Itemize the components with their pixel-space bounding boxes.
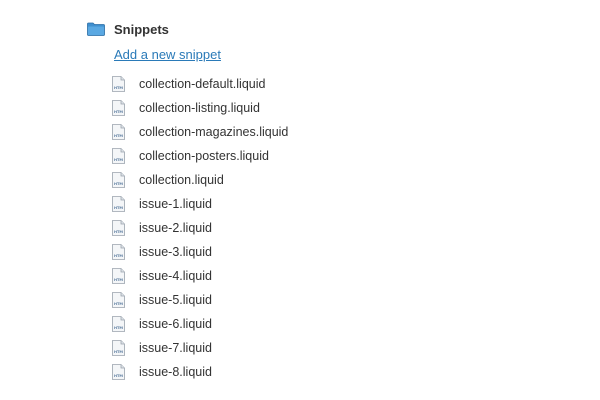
file-icon-label: HTM <box>114 302 123 306</box>
snippet-file-name: collection-listing.liquid <box>139 101 260 115</box>
snippet-file-item[interactable]: HTM issue-8.liquid <box>112 360 288 384</box>
add-new-snippet-link[interactable]: Add a new snippet <box>114 47 221 62</box>
snippet-file-name: issue-8.liquid <box>139 365 212 379</box>
snippet-file-name: issue-7.liquid <box>139 341 212 355</box>
htm-file-icon: HTM <box>112 124 125 140</box>
snippet-file-name: collection-magazines.liquid <box>139 125 289 139</box>
file-icon-label: HTM <box>114 134 123 138</box>
file-icon-label: HTM <box>114 110 123 114</box>
file-icon-label: HTM <box>114 350 123 354</box>
snippet-file-item[interactable]: HTM issue-6.liquid <box>112 312 288 336</box>
htm-file-icon: HTM <box>112 220 125 236</box>
snippet-file-list: HTM collection-default.liquid HTM collectio… <box>112 72 288 384</box>
snippet-file-name: collection.liquid <box>139 173 224 187</box>
snippet-file-name: issue-5.liquid <box>139 293 212 307</box>
snippet-file-name: issue-2.liquid <box>139 221 212 235</box>
snippet-file-name: issue-6.liquid <box>139 317 212 331</box>
file-icon-label: HTM <box>114 206 123 210</box>
snippet-file-item[interactable]: HTM collection.liquid <box>112 168 288 192</box>
snippet-file-item[interactable]: HTM collection-listing.liquid <box>112 96 288 120</box>
snippet-file-item[interactable]: HTM issue-7.liquid <box>112 336 288 360</box>
snippet-file-item[interactable]: HTM collection-magazines.liquid <box>112 120 288 144</box>
htm-file-icon: HTM <box>112 364 125 380</box>
htm-file-icon: HTM <box>112 268 125 284</box>
file-icon-label: HTM <box>114 374 123 378</box>
snippet-file-name: issue-4.liquid <box>139 269 212 283</box>
file-icon-label: HTM <box>114 86 123 90</box>
snippet-file-name: collection-default.liquid <box>139 77 266 91</box>
htm-file-icon: HTM <box>112 100 125 116</box>
snippet-file-item[interactable]: HTM collection-default.liquid <box>112 72 288 96</box>
file-icon-label: HTM <box>114 158 123 162</box>
htm-file-icon: HTM <box>112 76 125 92</box>
file-icon-label: HTM <box>114 278 123 282</box>
snippet-file-item[interactable]: HTM issue-3.liquid <box>112 240 288 264</box>
folder-title: Snippets <box>114 21 169 37</box>
snippet-file-item[interactable]: HTM collection-posters.liquid <box>112 144 288 168</box>
snippet-file-name: issue-1.liquid <box>139 197 212 211</box>
htm-file-icon: HTM <box>112 244 125 260</box>
htm-file-icon: HTM <box>112 196 125 212</box>
snippet-file-item[interactable]: HTM issue-1.liquid <box>112 192 288 216</box>
snippets-folder-header[interactable]: Snippets <box>87 20 169 38</box>
file-icon-label: HTM <box>114 326 123 330</box>
snippet-file-name: issue-3.liquid <box>139 245 212 259</box>
snippet-file-item[interactable]: HTM issue-2.liquid <box>112 216 288 240</box>
folder-icon <box>87 22 105 36</box>
snippets-panel: Snippets Add a new snippet HTM collection… <box>0 0 600 400</box>
file-icon-label: HTM <box>114 230 123 234</box>
snippet-file-item[interactable]: HTM issue-4.liquid <box>112 264 288 288</box>
htm-file-icon: HTM <box>112 148 125 164</box>
file-icon-label: HTM <box>114 254 123 258</box>
htm-file-icon: HTM <box>112 340 125 356</box>
htm-file-icon: HTM <box>112 172 125 188</box>
file-icon-label: HTM <box>114 182 123 186</box>
htm-file-icon: HTM <box>112 292 125 308</box>
htm-file-icon: HTM <box>112 316 125 332</box>
snippet-file-name: collection-posters.liquid <box>139 149 269 163</box>
snippet-file-item[interactable]: HTM issue-5.liquid <box>112 288 288 312</box>
